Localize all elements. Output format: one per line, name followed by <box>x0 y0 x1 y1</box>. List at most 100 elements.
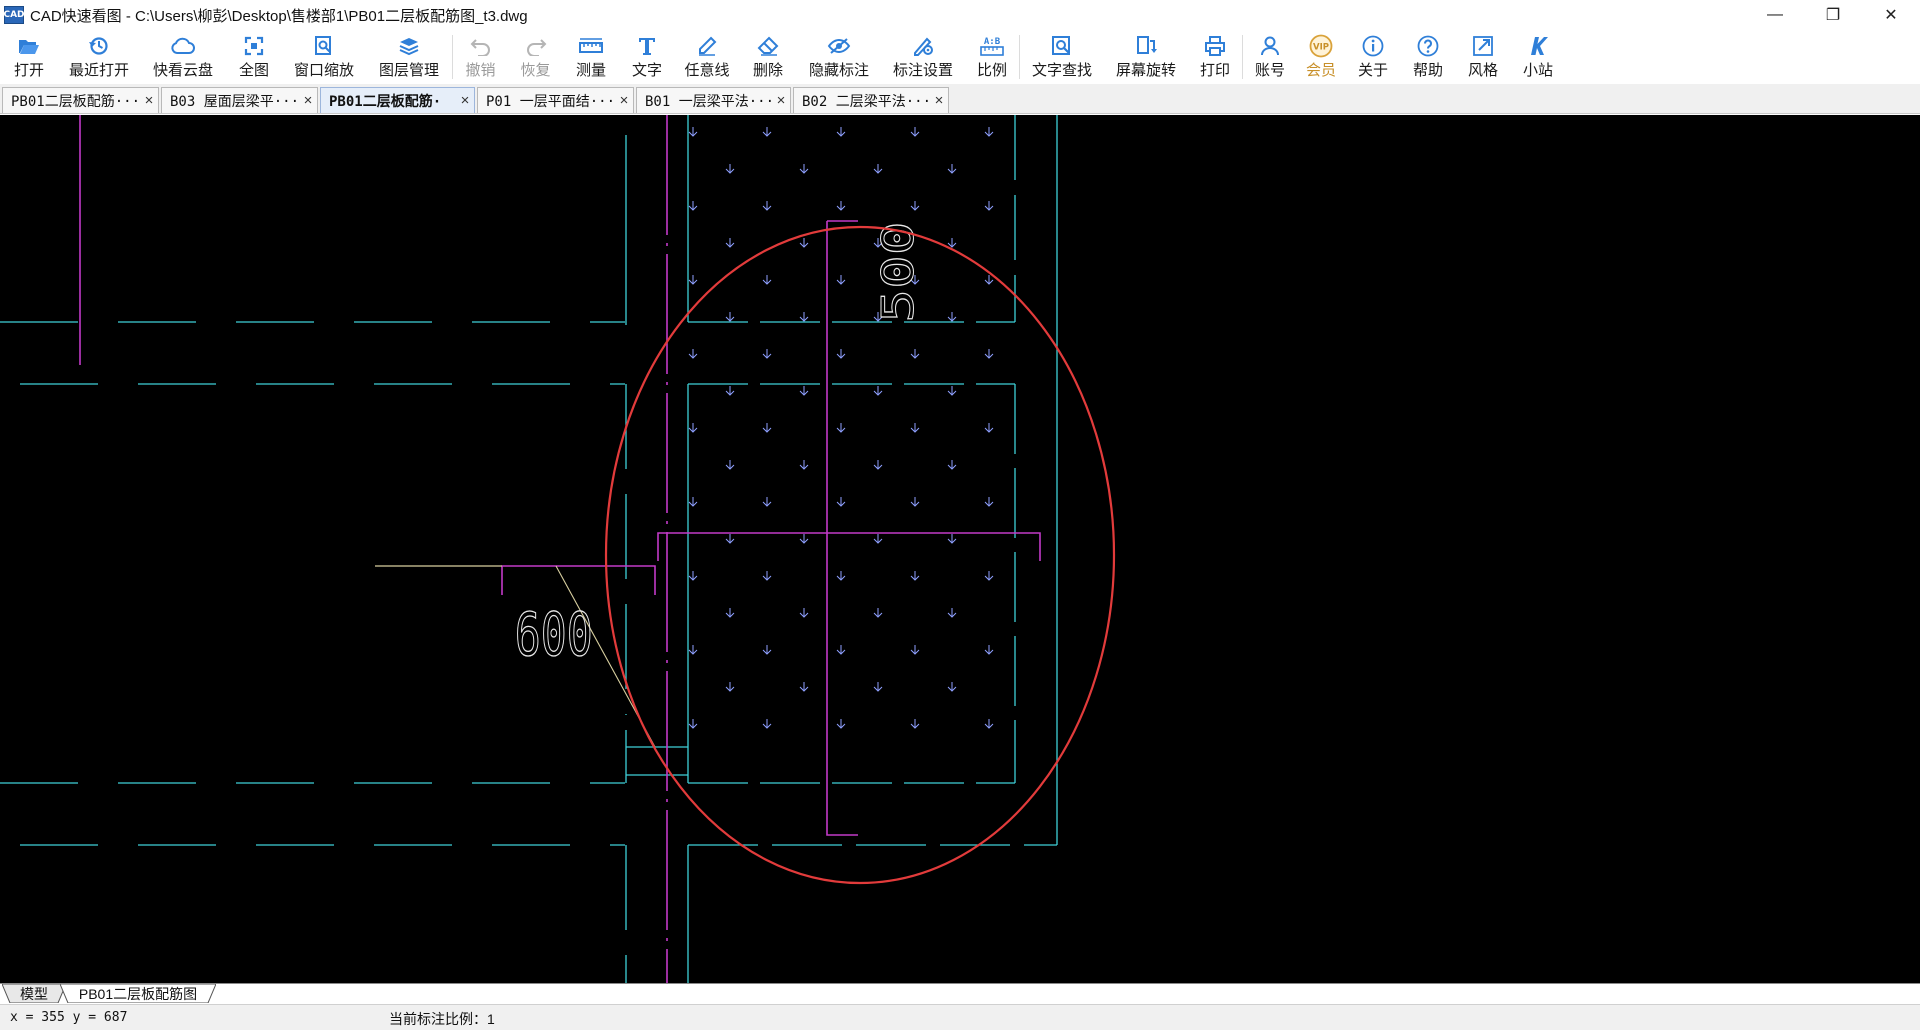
hatch-arrow <box>688 719 698 729</box>
hatch-arrow <box>836 497 846 507</box>
printer-icon <box>1204 34 1226 58</box>
tab-pb01-active[interactable]: PB01二层板配筋· × <box>320 87 475 113</box>
hatch-arrow <box>984 423 994 433</box>
measure-button[interactable]: 测量 <box>563 30 619 84</box>
hatch-arrow <box>725 238 735 248</box>
screen-rotate-button[interactable]: 屏幕旋转 <box>1104 30 1188 84</box>
hatch-arrow <box>688 497 698 507</box>
ruler-icon <box>579 34 603 58</box>
delete-button[interactable]: 删除 <box>739 30 797 84</box>
hatch-arrow <box>873 460 883 470</box>
text-button[interactable]: 文字 <box>619 30 675 84</box>
open-button[interactable]: 打开 <box>0 30 58 84</box>
tab-close-icon[interactable]: × <box>456 92 474 109</box>
zoom-window-icon <box>314 34 334 58</box>
hatch-arrow <box>984 275 994 285</box>
cloud-icon <box>171 34 195 58</box>
info-icon <box>1362 34 1384 58</box>
hatch-arrow <box>688 127 698 137</box>
hatch-arrow <box>688 423 698 433</box>
fit-all-button[interactable]: 全图 <box>226 30 282 84</box>
redo-icon <box>525 34 547 58</box>
layer-manager-label: 图层管理 <box>378 62 439 79</box>
hatch-arrow <box>762 423 772 433</box>
drawing-canvas[interactable]: 600 500 <box>0 115 1920 983</box>
history-icon <box>88 34 110 58</box>
tab-b03[interactable]: B03 屋面层梁平··· × <box>161 87 318 113</box>
k-station-icon <box>1527 34 1549 58</box>
scale-icon: A:B <box>979 34 1005 58</box>
undo-label: 撤销 <box>465 62 496 79</box>
layer-manager-button[interactable]: 图层管理 <box>366 30 452 84</box>
hatch-arrow <box>836 201 846 211</box>
zoom-window-button[interactable]: 窗口缩放 <box>282 30 366 84</box>
account-button[interactable]: 账号 <box>1243 30 1297 84</box>
hatch-arrow <box>762 275 772 285</box>
about-button[interactable]: 关于 <box>1345 30 1401 84</box>
tab-p01[interactable]: P01 一层平面结··· × <box>477 87 634 113</box>
layout-tab-strip: 模型 PB01二层板配筋图 <box>0 983 1920 1003</box>
about-label: 关于 <box>1357 62 1388 79</box>
dimension-settings-button[interactable]: 标注设置 <box>881 30 965 84</box>
text-search-button[interactable]: 文字查找 <box>1020 30 1104 84</box>
k-station-button[interactable]: 小站 <box>1511 30 1565 84</box>
slab-hatch <box>688 127 994 729</box>
restore-button[interactable]: ❐ <box>1804 0 1862 30</box>
recent-open-button[interactable]: 最近打开 <box>58 30 140 84</box>
red-annotation-circle <box>604 225 1116 885</box>
scale-button[interactable]: A:B 比例 <box>965 30 1019 84</box>
hatch-arrow <box>984 201 994 211</box>
print-button[interactable]: 打印 <box>1188 30 1242 84</box>
hatch-arrow <box>984 645 994 655</box>
tab-close-icon[interactable]: × <box>615 92 633 109</box>
tab-b02[interactable]: B02 二层梁平法··· × <box>793 87 949 113</box>
redo-button[interactable]: 恢复 <box>508 30 563 84</box>
hatch-arrow <box>836 645 846 655</box>
hatch-arrow <box>873 164 883 174</box>
folder-open-icon <box>18 34 40 58</box>
cloud-drive-button[interactable]: 快看云盘 <box>140 30 226 84</box>
hatch-arrow <box>762 719 772 729</box>
hatch-arrow <box>873 386 883 396</box>
hatch-arrow <box>688 571 698 581</box>
tab-close-icon[interactable]: × <box>140 92 158 109</box>
hatch-arrow <box>910 645 920 655</box>
screen-rotate-label: 屏幕旋转 <box>1115 62 1176 79</box>
tab-layout-pb01[interactable]: PB01二层板配筋图 <box>60 984 216 1003</box>
hatch-arrow <box>762 201 772 211</box>
dim-label-600: 600 <box>515 600 593 670</box>
close-window-button[interactable]: ✕ <box>1862 0 1920 30</box>
pen-icon <box>697 34 717 58</box>
freehand-line-label: 任意线 <box>684 62 730 79</box>
hatch-arrow <box>688 349 698 359</box>
hatch-arrow <box>947 312 957 322</box>
k-station-label: 小站 <box>1522 62 1553 79</box>
hatch-arrow <box>984 719 994 729</box>
tab-close-icon[interactable]: × <box>772 92 790 109</box>
hatch-arrow <box>762 127 772 137</box>
hide-annotation-button[interactable]: 隐藏标注 <box>797 30 881 84</box>
hatch-arrow <box>799 238 809 248</box>
zoom-window-label: 窗口缩放 <box>293 62 354 79</box>
hatch-arrow <box>873 608 883 618</box>
tab-label: B03 屋面层梁平··· <box>170 93 299 110</box>
tab-model-label: 模型 <box>20 985 48 1002</box>
open-label: 打开 <box>13 62 44 79</box>
hatch-arrow <box>762 349 772 359</box>
document-tab-bar: PB01二层板配筋··· × B03 屋面层梁平··· × PB01二层板配筋·… <box>0 84 1920 114</box>
freehand-line-button[interactable]: 任意线 <box>675 30 739 84</box>
style-button[interactable]: 风格 <box>1455 30 1511 84</box>
dimension-annotations: 600 500 <box>375 221 924 748</box>
tab-pb01-a[interactable]: PB01二层板配筋··· × <box>2 87 159 113</box>
undo-button[interactable]: 撤销 <box>453 30 508 84</box>
tab-model[interactable]: 模型 <box>2 984 66 1003</box>
hatch-arrow <box>836 349 846 359</box>
tab-close-icon[interactable]: × <box>930 92 948 109</box>
hatch-arrow <box>799 460 809 470</box>
vip-member-button[interactable]: VIP 会员 <box>1297 30 1345 84</box>
tab-close-icon[interactable]: × <box>299 92 317 109</box>
help-button[interactable]: 帮助 <box>1401 30 1455 84</box>
tab-b01[interactable]: B01 一层梁平法··· × <box>636 87 791 113</box>
tab-label: P01 一层平面结··· <box>486 93 615 110</box>
minimize-button[interactable]: — <box>1746 0 1804 30</box>
